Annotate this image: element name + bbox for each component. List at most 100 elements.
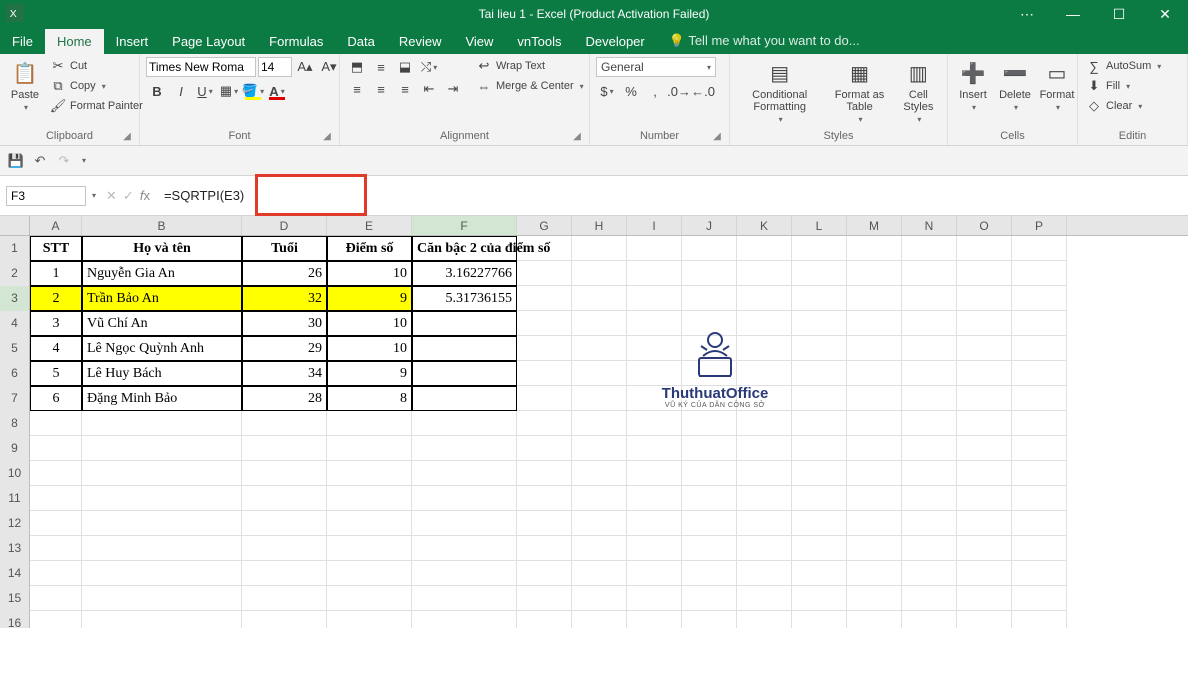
decrease-decimal-icon[interactable]: ←.0: [692, 81, 714, 101]
cell-A7[interactable]: 6: [30, 386, 82, 411]
cell-O8[interactable]: [957, 411, 1012, 436]
cell-A16[interactable]: [30, 611, 82, 628]
cell-J10[interactable]: [682, 461, 737, 486]
row-header-13[interactable]: 13: [0, 536, 30, 561]
col-header-D[interactable]: D: [242, 216, 327, 235]
col-header-E[interactable]: E: [327, 216, 412, 235]
row-header-12[interactable]: 12: [0, 511, 30, 536]
cell-M8[interactable]: [847, 411, 902, 436]
cell-O9[interactable]: [957, 436, 1012, 461]
cell-G4[interactable]: [517, 311, 572, 336]
cell-M2[interactable]: [847, 261, 902, 286]
row-header-15[interactable]: 15: [0, 586, 30, 611]
col-header-B[interactable]: B: [82, 216, 242, 235]
cell-A1[interactable]: STT: [30, 236, 82, 261]
row-header-8[interactable]: 8: [0, 411, 30, 436]
cell-M1[interactable]: [847, 236, 902, 261]
cell-D10[interactable]: [242, 461, 327, 486]
cell-G7[interactable]: [517, 386, 572, 411]
cell-D8[interactable]: [242, 411, 327, 436]
cell-O3[interactable]: [957, 286, 1012, 311]
cell-B16[interactable]: [82, 611, 242, 628]
cell-G5[interactable]: [517, 336, 572, 361]
cell-N4[interactable]: [902, 311, 957, 336]
cell-L7[interactable]: [792, 386, 847, 411]
cell-H11[interactable]: [572, 486, 627, 511]
cell-M12[interactable]: [847, 511, 902, 536]
align-right-icon[interactable]: ≡: [394, 79, 416, 99]
cell-F7[interactable]: [412, 386, 517, 411]
row-header-2[interactable]: 2: [0, 261, 30, 286]
cell-M11[interactable]: [847, 486, 902, 511]
cell-O15[interactable]: [957, 586, 1012, 611]
cell-L9[interactable]: [792, 436, 847, 461]
cell-H5[interactable]: [572, 336, 627, 361]
cell-E15[interactable]: [327, 586, 412, 611]
cell-J16[interactable]: [682, 611, 737, 628]
row-header-6[interactable]: 6: [0, 361, 30, 386]
cell-B4[interactable]: Vũ Chí An: [82, 311, 242, 336]
delete-cells-button[interactable]: ➖Delete▾: [996, 57, 1034, 114]
col-header-N[interactable]: N: [902, 216, 957, 235]
cell-G12[interactable]: [517, 511, 572, 536]
cell-I9[interactable]: [627, 436, 682, 461]
cell-O7[interactable]: [957, 386, 1012, 411]
cell-A14[interactable]: [30, 561, 82, 586]
cell-F4[interactable]: [412, 311, 517, 336]
cell-N10[interactable]: [902, 461, 957, 486]
qat-customize[interactable]: ▾: [82, 156, 86, 165]
cell-E1[interactable]: Điểm số: [327, 236, 412, 261]
cell-J14[interactable]: [682, 561, 737, 586]
cell-H8[interactable]: [572, 411, 627, 436]
cell-N2[interactable]: [902, 261, 957, 286]
col-header-L[interactable]: L: [792, 216, 847, 235]
cell-F15[interactable]: [412, 586, 517, 611]
cell-E14[interactable]: [327, 561, 412, 586]
cell-K2[interactable]: [737, 261, 792, 286]
cell-P7[interactable]: [1012, 386, 1067, 411]
cut-button[interactable]: ✂Cut: [48, 57, 145, 75]
cell-G2[interactable]: [517, 261, 572, 286]
cell-O4[interactable]: [957, 311, 1012, 336]
cell-H2[interactable]: [572, 261, 627, 286]
cell-E10[interactable]: [327, 461, 412, 486]
cell-E11[interactable]: [327, 486, 412, 511]
cell-L14[interactable]: [792, 561, 847, 586]
cell-L11[interactable]: [792, 486, 847, 511]
col-header-P[interactable]: P: [1012, 216, 1067, 235]
font-color-button[interactable]: A▾: [266, 81, 288, 101]
cell-G1[interactable]: [517, 236, 572, 261]
align-bottom-icon[interactable]: ⬓: [394, 57, 416, 77]
cell-M14[interactable]: [847, 561, 902, 586]
cell-B6[interactable]: Lê Huy Bách: [82, 361, 242, 386]
undo-icon[interactable]: ↶: [32, 153, 48, 169]
cell-E5[interactable]: 10: [327, 336, 412, 361]
cell-N15[interactable]: [902, 586, 957, 611]
cell-B5[interactable]: Lê Ngọc Quỳnh Anh: [82, 336, 242, 361]
row-header-7[interactable]: 7: [0, 386, 30, 411]
cell-F10[interactable]: [412, 461, 517, 486]
cell-F12[interactable]: [412, 511, 517, 536]
tab-developer[interactable]: Developer: [573, 29, 656, 54]
cell-J2[interactable]: [682, 261, 737, 286]
cell-B11[interactable]: [82, 486, 242, 511]
cell-G8[interactable]: [517, 411, 572, 436]
cell-I12[interactable]: [627, 511, 682, 536]
cell-L2[interactable]: [792, 261, 847, 286]
cell-F6[interactable]: [412, 361, 517, 386]
col-header-F[interactable]: F: [412, 216, 517, 235]
cell-P3[interactable]: [1012, 286, 1067, 311]
enter-formula-icon[interactable]: ✓: [123, 188, 134, 204]
number-launcher[interactable]: ◢: [711, 131, 723, 143]
font-launcher[interactable]: ◢: [321, 131, 333, 143]
close-icon[interactable]: ✕: [1142, 0, 1188, 28]
cell-O1[interactable]: [957, 236, 1012, 261]
cell-F8[interactable]: [412, 411, 517, 436]
cell-P6[interactable]: [1012, 361, 1067, 386]
cell-K1[interactable]: [737, 236, 792, 261]
cell-M9[interactable]: [847, 436, 902, 461]
cell-M13[interactable]: [847, 536, 902, 561]
cell-H12[interactable]: [572, 511, 627, 536]
cell-D4[interactable]: 30: [242, 311, 327, 336]
cell-G15[interactable]: [517, 586, 572, 611]
